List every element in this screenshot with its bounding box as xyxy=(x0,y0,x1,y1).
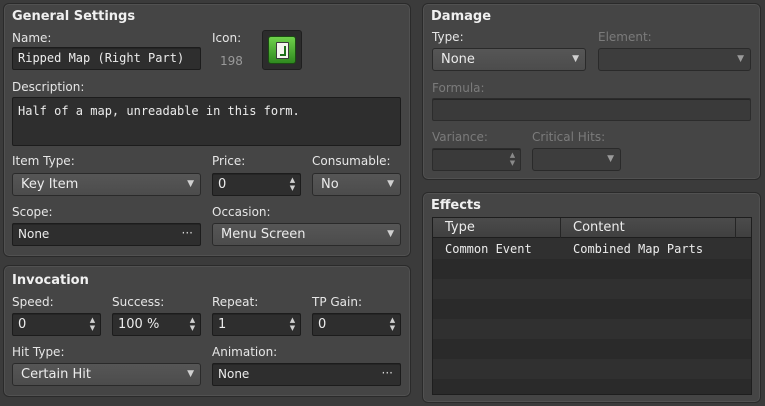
success-spinbox[interactable]: 100 % ▲ ▼ xyxy=(112,313,201,336)
description-label: Description: xyxy=(12,80,85,94)
map-piece-icon xyxy=(268,36,296,64)
repeat-value: 1 xyxy=(218,317,227,332)
chevron-down-icon: ▼ xyxy=(187,369,194,379)
price-label: Price: xyxy=(212,154,246,168)
hit-type-value: Certain Hit xyxy=(21,367,91,382)
spin-arrows-icon[interactable]: ▲ ▼ xyxy=(288,316,297,332)
price-spinbox[interactable]: 0 ▲ ▼ xyxy=(212,173,301,196)
name-label: Name: xyxy=(12,31,52,45)
table-row[interactable] xyxy=(433,299,751,319)
formula-label: Formula: xyxy=(432,81,485,95)
success-value: 100 % xyxy=(118,317,160,332)
icon-picker[interactable] xyxy=(262,30,302,70)
column-header-content[interactable]: Content xyxy=(561,218,736,238)
table-row[interactable] xyxy=(433,379,751,394)
critical-hits-label: Critical Hits: xyxy=(532,130,606,144)
more-icon[interactable]: ··· xyxy=(182,224,193,244)
item-type-select[interactable]: Key Item ▼ xyxy=(12,173,201,196)
icon-label: Icon: xyxy=(212,31,242,45)
damage-type-label: Type: xyxy=(432,30,464,44)
table-row[interactable] xyxy=(433,259,751,279)
success-label: Success: xyxy=(112,295,165,309)
effects-title: Effects xyxy=(431,198,481,213)
chevron-down-icon: ▼ xyxy=(187,179,194,189)
repeat-label: Repeat: xyxy=(212,295,259,309)
occasion-select[interactable]: Menu Screen ▼ xyxy=(212,223,401,246)
column-header-type[interactable]: Type xyxy=(433,218,561,238)
invocation-title: Invocation xyxy=(12,273,89,288)
element-label: Element: xyxy=(598,30,652,44)
scope-label: Scope: xyxy=(12,205,53,219)
effects-table[interactable]: Type Content Common Event Combined Map P… xyxy=(432,217,752,395)
price-value: 0 xyxy=(218,177,227,192)
formula-field[interactable] xyxy=(432,98,751,121)
item-type-value: Key Item xyxy=(21,177,79,192)
animation-label: Animation: xyxy=(212,345,278,359)
tp-gain-value: 0 xyxy=(318,317,327,332)
animation-value: None xyxy=(218,367,250,381)
table-row[interactable]: Common Event Combined Map Parts xyxy=(433,239,751,259)
spin-arrows-icon[interactable]: ▲ ▼ xyxy=(508,151,517,167)
scope-field[interactable]: None ··· xyxy=(12,223,201,246)
spin-arrows-icon[interactable]: ▲ ▼ xyxy=(88,316,97,332)
effects-table-header: Type Content xyxy=(433,218,751,238)
tp-gain-spinbox[interactable]: 0 ▲ ▼ xyxy=(312,313,401,336)
chevron-down-icon: ▼ xyxy=(572,54,579,64)
damage-type-select[interactable]: None ▼ xyxy=(432,48,586,71)
table-row[interactable] xyxy=(433,359,751,379)
icon-index: 198 xyxy=(220,54,243,68)
scope-value: None xyxy=(18,227,50,241)
consumable-value: No xyxy=(321,177,339,192)
general-settings-title: General Settings xyxy=(12,9,136,24)
table-row[interactable] xyxy=(433,279,751,299)
spin-arrows-icon[interactable]: ▲ ▼ xyxy=(288,176,297,192)
hit-type-label: Hit Type: xyxy=(12,345,65,359)
repeat-spinbox[interactable]: 1 ▲ ▼ xyxy=(212,313,301,336)
effect-content-cell: Combined Map Parts xyxy=(573,242,704,256)
more-icon[interactable]: ··· xyxy=(382,364,393,384)
item-type-label: Item Type: xyxy=(12,154,75,168)
chevron-down-icon: ▼ xyxy=(607,154,614,164)
spin-arrows-icon[interactable]: ▲ ▼ xyxy=(188,316,197,332)
consumable-select[interactable]: No ▼ xyxy=(312,173,401,196)
speed-spinbox[interactable]: 0 ▲ ▼ xyxy=(12,313,101,336)
occasion-value: Menu Screen xyxy=(221,227,306,242)
speed-label: Speed: xyxy=(12,295,54,309)
occasion-label: Occasion: xyxy=(212,205,271,219)
name-field[interactable]: Ripped Map (Right Part) xyxy=(12,47,201,70)
hit-type-select[interactable]: Certain Hit ▼ xyxy=(12,363,201,386)
spin-arrows-icon[interactable]: ▲ ▼ xyxy=(388,316,397,332)
critical-hits-select[interactable]: ▼ xyxy=(532,148,621,171)
chevron-down-icon: ▼ xyxy=(387,229,394,239)
speed-value: 0 xyxy=(18,317,27,332)
consumable-label: Consumable: xyxy=(312,154,391,168)
animation-field[interactable]: None ··· xyxy=(212,363,401,386)
chevron-down-icon: ▼ xyxy=(387,179,394,189)
table-row[interactable] xyxy=(433,339,751,359)
tp-gain-label: TP Gain: xyxy=(312,295,363,309)
effect-type-cell: Common Event xyxy=(445,242,532,256)
description-field[interactable]: Half of a map, unreadable in this form. xyxy=(12,97,401,146)
table-row[interactable] xyxy=(433,319,751,339)
chevron-down-icon: ▼ xyxy=(737,54,744,64)
damage-type-value: None xyxy=(441,52,475,67)
variance-spinbox[interactable]: ▲ ▼ xyxy=(432,148,521,171)
variance-label: Variance: xyxy=(432,130,488,144)
element-select[interactable]: ▼ xyxy=(598,48,751,71)
damage-title: Damage xyxy=(431,9,492,24)
